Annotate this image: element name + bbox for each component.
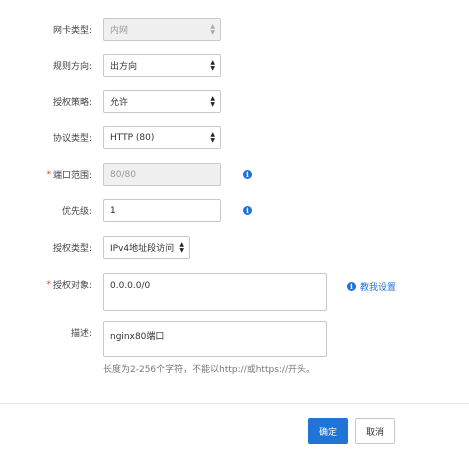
nic-type-value: 内网 <box>110 26 129 36</box>
description-value: nginx80端口 <box>110 332 165 342</box>
confirm-button[interactable]: 确定 <box>308 418 348 444</box>
cancel-button[interactable]: 取消 <box>355 418 395 444</box>
help-link-text: 教我设置 <box>360 283 397 293</box>
protocol-value: HTTP (80) <box>110 132 155 143</box>
required-mark: * <box>46 169 51 180</box>
form-row-port-range: * 端口范围: 80/80 i <box>0 163 469 186</box>
auth-type-value: IPv4地址段访问 <box>110 244 175 254</box>
form-row-auth-type: 授权类型: IPv4地址段访问 ▲ ▼ <box>0 236 469 259</box>
port-range-label: * 端口范围: <box>46 163 92 186</box>
info-icon: i <box>347 282 356 291</box>
priority-label: 优先级: <box>61 207 92 217</box>
auth-object-label-text: 授权对象: <box>52 281 92 291</box>
form-row-direction: 规则方向: 出方向 ▲ ▼ <box>0 54 469 77</box>
port-range-input[interactable]: 80/80 <box>103 163 221 186</box>
priority-value: 1 <box>110 205 116 216</box>
auth-object-textarea[interactable]: 0.0.0.0/0 <box>103 273 327 311</box>
description-textarea[interactable]: nginx80端口 <box>103 321 327 357</box>
form-row-protocol: 协议类型: HTTP (80) ▲ ▼ <box>0 126 469 149</box>
auth-type-label: 授权类型: <box>52 244 92 254</box>
form-row-description: 描述: nginx80端口 <box>0 321 469 359</box>
footer-divider <box>0 403 469 404</box>
direction-label: 规则方向: <box>52 62 92 72</box>
form-row-priority: 优先级: 1 i <box>0 199 469 222</box>
auth-object-value: 0.0.0.0/0 <box>110 281 151 291</box>
form-row-nic-type: 网卡类型: 内网 ▲ ▼ <box>0 18 469 41</box>
form-row-auth-object: * 授权对象: 0.0.0.0/0 i 教我设置 <box>0 273 469 311</box>
select-arrows-icon: ▲ ▼ <box>210 94 215 108</box>
help-link[interactable]: i 教我设置 <box>347 280 396 293</box>
port-range-value: 80/80 <box>110 169 136 180</box>
select-arrows-icon: ▲ ▼ <box>210 58 215 72</box>
protocol-label: 协议类型: <box>52 134 92 144</box>
priority-input[interactable]: 1 <box>103 199 221 222</box>
nic-type-select[interactable]: 内网 ▲ ▼ <box>103 18 221 41</box>
policy-value: 允许 <box>110 98 129 108</box>
policy-label: 授权策略: <box>52 98 92 108</box>
select-arrows-icon: ▲ ▼ <box>179 240 184 254</box>
info-icon[interactable]: i <box>243 206 252 215</box>
select-arrows-icon: ▲ ▼ <box>210 22 215 36</box>
info-icon[interactable]: i <box>243 170 252 179</box>
required-mark: * <box>46 279 51 290</box>
description-hint: 长度为2-256个字符，不能以http://或https://开头。 <box>103 365 315 375</box>
form-row-policy: 授权策略: 允许 ▲ ▼ <box>0 90 469 113</box>
auth-object-label: * 授权对象: <box>46 273 92 296</box>
protocol-select[interactable]: HTTP (80) ▲ ▼ <box>103 126 221 149</box>
description-label: 描述: <box>70 329 92 339</box>
direction-value: 出方向 <box>110 62 138 72</box>
direction-select[interactable]: 出方向 ▲ ▼ <box>103 54 221 77</box>
auth-type-select[interactable]: IPv4地址段访问 ▲ ▼ <box>103 236 190 259</box>
select-arrows-icon: ▲ ▼ <box>210 130 215 144</box>
nic-type-label: 网卡类型: <box>52 26 92 36</box>
policy-select[interactable]: 允许 ▲ ▼ <box>103 90 221 113</box>
port-range-label-text: 端口范围: <box>52 171 92 181</box>
